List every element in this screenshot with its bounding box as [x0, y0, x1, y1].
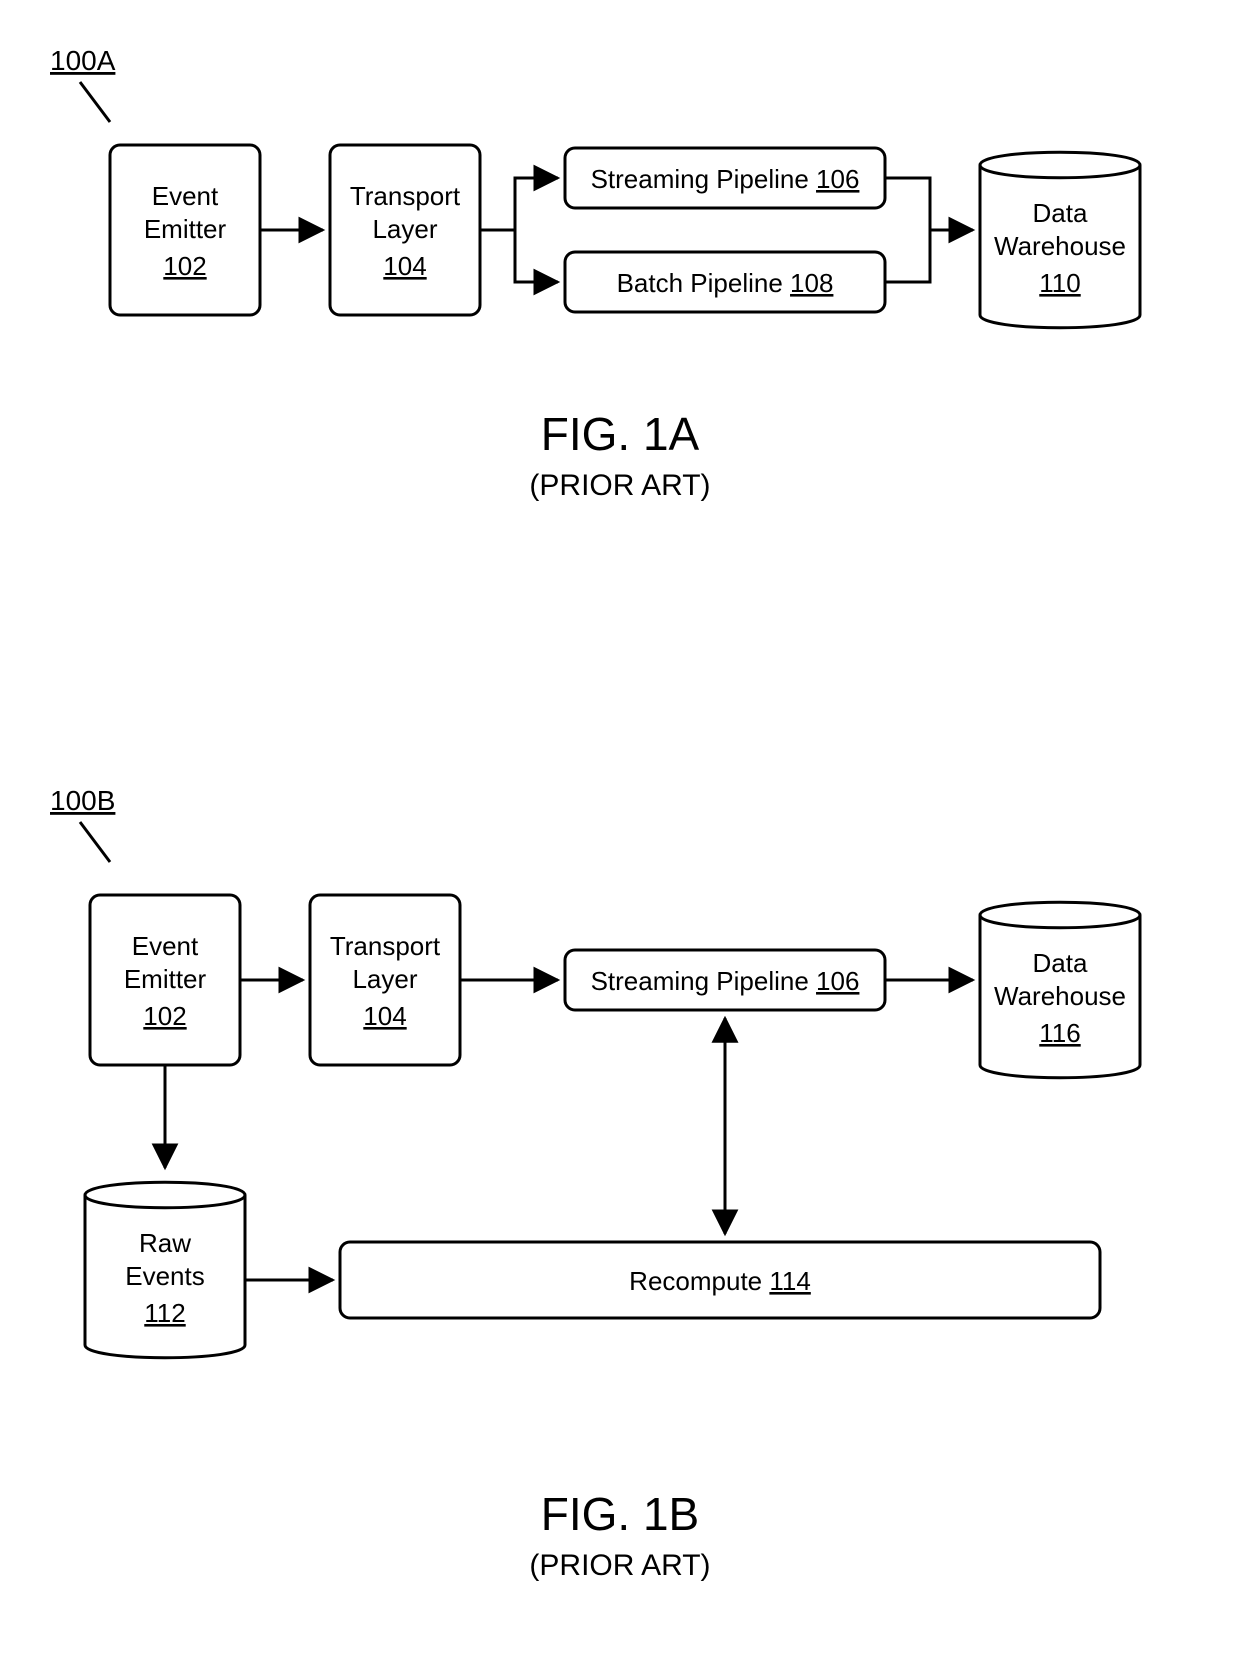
figB-streaming-ref: 106	[816, 966, 859, 996]
figA-number-tick	[80, 82, 110, 122]
figB-data-warehouse: Data Warehouse 116	[980, 902, 1140, 1078]
figB-event-emitter-line1: Event	[132, 931, 199, 961]
figA-batch-pipeline: Batch Pipeline 108	[565, 252, 885, 312]
figA-path-streaming-merge	[885, 178, 973, 230]
figA-title: FIG. 1A	[541, 408, 700, 460]
figB-streaming-label: Streaming Pipeline	[591, 966, 816, 996]
figA-warehouse-line2: Warehouse	[994, 231, 1126, 261]
figB-transport-ref: 104	[363, 1001, 406, 1031]
figA-arrow-transport-streaming	[480, 178, 558, 230]
figA-batch-ref: 108	[790, 268, 833, 298]
figB-recompute-ref: 114	[769, 1266, 810, 1296]
figA-warehouse-line1: Data	[1033, 198, 1088, 228]
figA-transport-ref: 104	[383, 251, 426, 281]
figA-event-emitter-ref: 102	[163, 251, 206, 281]
figA-streaming-text: Streaming Pipeline 106	[591, 164, 860, 194]
figB-recompute-text: Recompute 114	[629, 1266, 811, 1296]
figB-rawevents-line1: Raw	[139, 1228, 191, 1258]
figA-data-warehouse: Data Warehouse 110	[980, 152, 1140, 328]
figA-warehouse-ref: 110	[1039, 268, 1080, 298]
figB-event-emitter-line2: Emitter	[124, 964, 207, 994]
figA-transport-layer: Transport Layer 104	[330, 145, 480, 315]
figA-arrow-transport-batch	[480, 230, 558, 282]
figA-event-emitter-line1: Event	[152, 181, 219, 211]
figB-streaming-pipeline: Streaming Pipeline 106	[565, 950, 885, 1010]
figA-event-emitter-line2: Emitter	[144, 214, 227, 244]
figB-event-emitter-ref: 102	[143, 1001, 186, 1031]
figA-transport-line1: Transport	[350, 181, 461, 211]
figB-warehouse-ref: 116	[1039, 1018, 1080, 1048]
figB-transport-line1: Transport	[330, 931, 441, 961]
figB-recompute-label: Recompute	[629, 1266, 769, 1296]
figA-streaming-label: Streaming Pipeline	[591, 164, 816, 194]
figB-title: FIG. 1B	[541, 1488, 699, 1540]
figA-streaming-pipeline: Streaming Pipeline 106	[565, 148, 885, 208]
figB-raw-events: Raw Events 112	[85, 1182, 245, 1358]
figB-transport-layer: Transport Layer 104	[310, 895, 460, 1065]
figA-event-emitter: Event Emitter 102	[110, 145, 260, 315]
figB-recompute: Recompute 114	[340, 1242, 1100, 1318]
figB-number-tick	[80, 822, 110, 862]
figA-transport-line2: Layer	[372, 214, 437, 244]
figA-batch-label: Batch Pipeline	[617, 268, 790, 298]
figA-streaming-ref: 106	[816, 164, 859, 194]
figB-transport-line2: Layer	[352, 964, 417, 994]
figB-rawevents-line2: Events	[125, 1261, 205, 1291]
figB-warehouse-line2: Warehouse	[994, 981, 1126, 1011]
figA-arrow-merge-warehouse	[885, 230, 973, 282]
figB-streaming-text: Streaming Pipeline 106	[591, 966, 860, 996]
figA-number: 100A	[50, 45, 116, 76]
figB-event-emitter: Event Emitter 102	[90, 895, 240, 1065]
figB-number: 100B	[50, 785, 115, 816]
figA-subtitle: (PRIOR ART)	[529, 469, 710, 502]
figA-batch-text: Batch Pipeline 108	[617, 268, 834, 298]
figB-subtitle: (PRIOR ART)	[529, 1549, 710, 1582]
figB-warehouse-line1: Data	[1033, 948, 1088, 978]
figB-rawevents-ref: 112	[144, 1298, 185, 1328]
diagram-page: 100A Event Emitter 102 Transport Layer 1…	[0, 0, 1240, 1679]
